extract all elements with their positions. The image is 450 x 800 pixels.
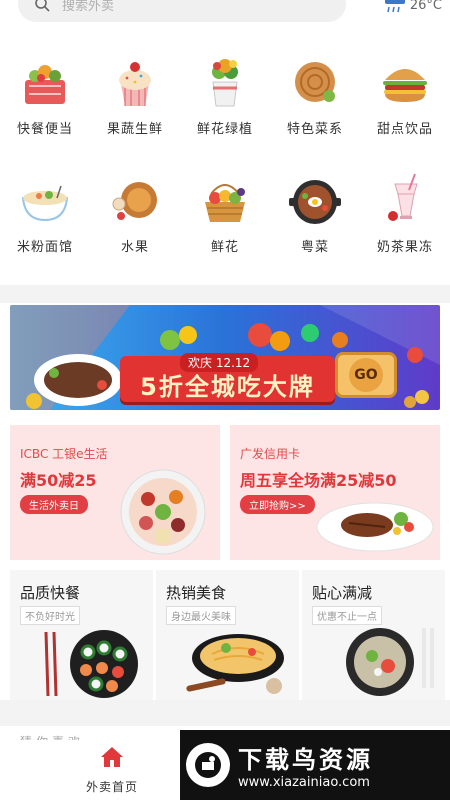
promo-headline: 周五享全场满25减50 [240, 471, 397, 490]
feature-card-quality-fastfood[interactable]: 品质快餐 不负好时光 [10, 570, 153, 700]
promo-card-icbc[interactable]: ICBC 工银e生活 满50减25 生活外卖日 [10, 425, 220, 560]
category-desserts-drinks[interactable]: 甜点饮品 [360, 52, 450, 137]
stone-pot-icon [289, 180, 341, 224]
sushi-image [44, 630, 138, 698]
search-icon [35, 0, 50, 12]
feature-subtitle: 不负好时光 [20, 606, 80, 625]
noodle-dish-image [186, 634, 284, 694]
flower-pot-icon [212, 59, 238, 107]
nav-home-label: 外卖首页 [85, 780, 138, 794]
banner-event-tag: 欢庆 12.12 [180, 353, 259, 372]
category-label: 鲜花 [210, 240, 239, 255]
app-root: 搜索外卖 26°C 快餐便当 果蔬生鲜 鲜花绿植 特色菜系 甜点饮品 米粉面馆 … [0, 0, 450, 800]
category-label: 粤菜 [300, 240, 329, 255]
category-special-cuisine[interactable]: 特色菜系 [270, 52, 360, 137]
category-fruit-veg[interactable]: 果蔬生鲜 [90, 52, 180, 137]
burger-icon [383, 69, 427, 102]
category-label: 水果 [120, 240, 149, 255]
category-label: 果蔬生鲜 [106, 122, 163, 137]
pancake-icon [295, 62, 335, 102]
watermark-url: www.xiazainiao.com [238, 775, 370, 790]
nav-home-tab[interactable]: 外卖首页 [72, 746, 152, 795]
cupcake-icon [119, 62, 151, 106]
watermark-text: 下载鸟资源 [238, 746, 373, 774]
watermark-overlay: 下载鸟资源 www.xiazainiao.com [180, 730, 450, 800]
category-label: 奶茶果冻 [376, 240, 433, 255]
section-divider [0, 285, 450, 303]
steak-plate-image [316, 502, 434, 552]
fruit-plate-icon [112, 182, 157, 220]
category-label: 甜点饮品 [376, 122, 433, 137]
platter-image [120, 469, 206, 555]
category-milk-tea-jelly[interactable]: 奶茶果冻 [360, 170, 450, 255]
promo-title: ICBC 工银e生活 [20, 447, 108, 461]
category-label: 快餐便当 [16, 122, 73, 137]
feature-card-hot-food[interactable]: 热销美食 身边最火美味 [156, 570, 299, 700]
promo-card-cgb[interactable]: 广发信用卡 周五享全场满25减50 立即抢购>> [230, 425, 440, 560]
feature-card-discounts[interactable]: 贴心满减 优惠不止一点 [302, 570, 445, 700]
search-placeholder: 搜索外卖 [62, 0, 115, 14]
feature-title: 贴心满减 [312, 584, 373, 602]
category-rice-noodles[interactable]: 米粉面馆 [0, 170, 90, 255]
go-label: GO [349, 358, 383, 392]
promo-title: 广发信用卡 [240, 447, 301, 461]
fast-food-bento-icon [25, 65, 65, 104]
banner-go-button[interactable]: GO [335, 352, 397, 398]
feature-title: 品质快餐 [20, 584, 81, 602]
promo-pill-button[interactable]: 立即抢购>> [240, 495, 315, 514]
home-icon [101, 747, 123, 767]
weather-widget[interactable]: 26°C [384, 0, 442, 14]
category-label: 特色菜系 [286, 122, 343, 137]
top-bar: 搜索外卖 26°C [0, 0, 450, 30]
category-cantonese[interactable]: 粤菜 [270, 170, 360, 255]
feature-subtitle: 优惠不止一点 [312, 606, 382, 625]
feature-title: 热销美食 [166, 584, 227, 602]
search-input[interactable]: 搜索外卖 [18, 0, 346, 22]
category-flowers[interactable]: 鲜花 [180, 170, 270, 255]
section-divider [0, 700, 450, 726]
cloud-rain-icon [384, 0, 405, 13]
milk-tea-icon [388, 173, 418, 221]
category-label: 米粉面馆 [16, 240, 73, 255]
category-fruit[interactable]: 水果 [90, 170, 180, 255]
promo-pill-button[interactable]: 生活外卖日 [20, 495, 88, 514]
feature-subtitle: 身边最火美味 [166, 606, 236, 625]
promo-headline: 满50减25 [20, 471, 97, 490]
watermark-logo-icon [186, 743, 230, 787]
hotpot-image [346, 628, 434, 696]
noodle-bowl-icon [21, 185, 69, 222]
category-fast-food[interactable]: 快餐便当 [0, 52, 90, 137]
fruit-basket-icon [205, 184, 245, 222]
temperature: 26°C [409, 0, 442, 13]
category-label: 鲜花绿植 [196, 122, 253, 137]
category-flowers-plants[interactable]: 鲜花绿植 [180, 52, 270, 137]
